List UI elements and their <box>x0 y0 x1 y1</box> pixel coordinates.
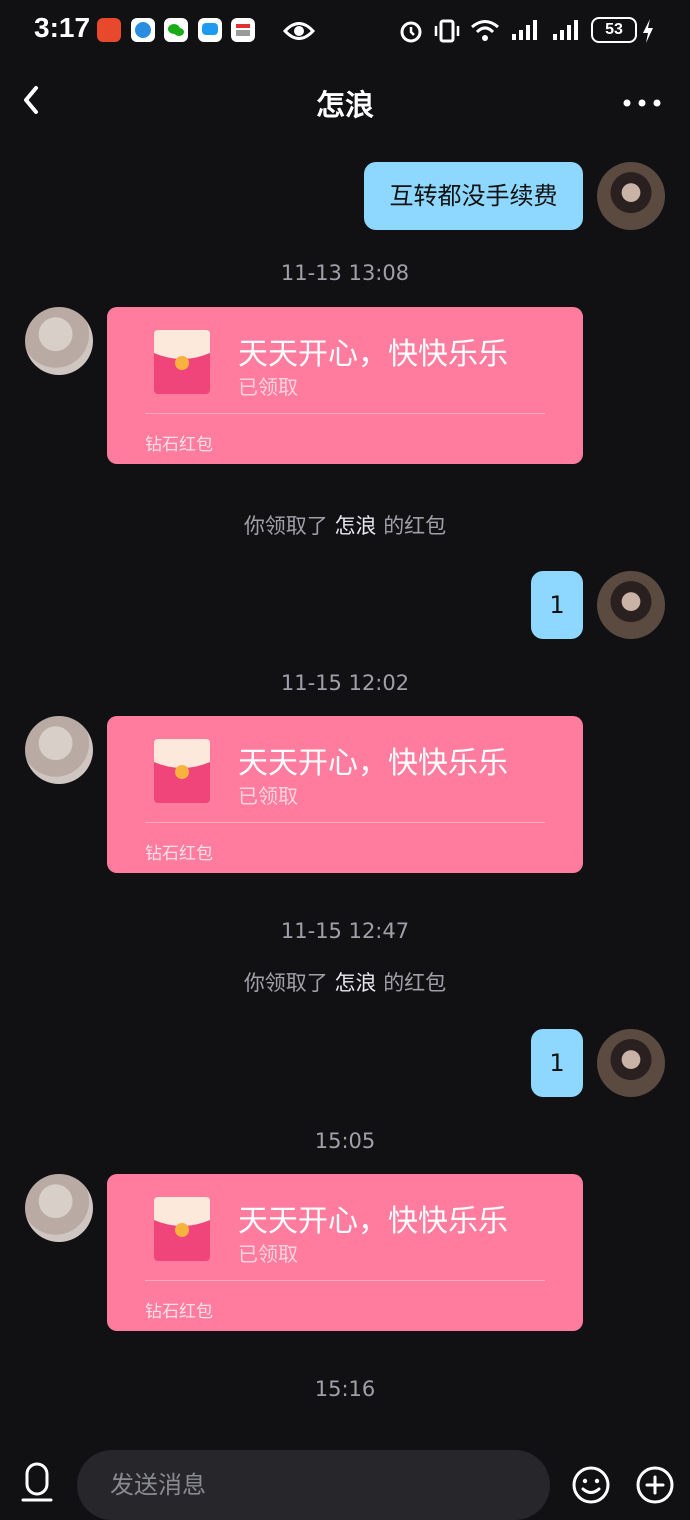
message-input[interactable]: 发送消息 <box>77 1450 550 1520</box>
charging-icon <box>641 18 655 48</box>
system-message-name: 怎浪 <box>334 971 377 995</box>
emoji-icon[interactable] <box>571 1465 611 1505</box>
status-bar: 3:17 53 <box>0 0 690 62</box>
red-packet-status: 已领取 <box>238 375 298 399</box>
red-packet-status: 已领取 <box>238 784 298 808</box>
chat-title: 怎浪 <box>315 88 374 122</box>
red-packet-status: 已领取 <box>238 1242 298 1266</box>
news-app-icon <box>231 18 255 42</box>
microphone-icon[interactable] <box>20 1462 54 1504</box>
signal-icon <box>510 18 542 46</box>
message-text: 1 <box>549 591 565 619</box>
contact-avatar[interactable] <box>25 307 93 375</box>
timestamp: 11-13 13:08 <box>280 261 410 285</box>
my-avatar[interactable] <box>597 1029 665 1097</box>
red-packet-greeting: 天天开心，快快乐乐 <box>238 746 508 781</box>
plus-icon[interactable] <box>635 1465 675 1505</box>
browser-app-icon <box>131 18 155 42</box>
notification-app-icon <box>97 18 121 42</box>
system-message-name: 怎浪 <box>334 514 377 538</box>
contact-avatar[interactable] <box>25 1174 93 1242</box>
red-packet-card[interactable]: 天天开心，快快乐乐 已领取 钻石红包 <box>107 307 583 464</box>
red-packet-type-label: 钻石红包 <box>145 435 213 455</box>
my-message-bubble[interactable]: 1 <box>531 571 583 639</box>
timestamp: 15:16 <box>314 1377 376 1401</box>
red-envelope-icon <box>153 1196 211 1262</box>
divider <box>145 822 545 823</box>
message-app-icon <box>198 18 222 42</box>
system-message-suffix: 的红包 <box>383 971 447 995</box>
system-message-prefix: 你领取了 <box>243 514 328 538</box>
divider <box>145 413 545 414</box>
timestamp: 11-15 12:47 <box>280 919 410 943</box>
more-horizontal-icon[interactable] <box>622 94 662 107</box>
timestamp: 11-15 12:02 <box>280 671 410 695</box>
my-avatar[interactable] <box>597 162 665 230</box>
red-packet-greeting: 天天开心，快快乐乐 <box>238 1204 508 1239</box>
eye-icon <box>282 20 316 46</box>
red-envelope-icon <box>153 738 211 804</box>
my-avatar[interactable] <box>597 571 665 639</box>
red-packet-card[interactable]: 天天开心，快快乐乐 已领取 钻石红包 <box>107 716 583 873</box>
red-packet-card[interactable]: 天天开心，快快乐乐 已领取 钻石红包 <box>107 1174 583 1331</box>
timestamp: 15:05 <box>314 1129 376 1153</box>
system-message-suffix: 的红包 <box>383 514 447 538</box>
red-packet-type-label: 钻石红包 <box>145 1302 213 1322</box>
system-message: 你领取了 怎浪 的红包 <box>0 510 690 540</box>
my-message-bubble[interactable]: 1 <box>531 1029 583 1097</box>
wifi-icon <box>469 18 501 48</box>
wechat-icon <box>164 18 188 42</box>
chat-header: 怎浪 <box>0 62 690 138</box>
signal-icon <box>551 18 583 46</box>
red-envelope-icon <box>153 329 211 395</box>
message-text: 1 <box>549 1049 565 1077</box>
contact-avatar[interactable] <box>25 716 93 784</box>
red-packet-type-label: 钻石红包 <box>145 844 213 864</box>
red-packet-greeting: 天天开心，快快乐乐 <box>238 337 508 372</box>
message-text: 互转都没手续费 <box>389 182 558 210</box>
battery-icon: 53 <box>591 17 637 43</box>
message-composer: 发送消息 <box>0 1440 690 1520</box>
vibrate-icon <box>432 18 462 48</box>
divider <box>145 1280 545 1281</box>
alarm-icon <box>398 18 424 48</box>
system-message-prefix: 你领取了 <box>243 971 328 995</box>
system-message: 你领取了 怎浪 的红包 <box>0 967 690 997</box>
my-message-bubble[interactable]: 互转都没手续费 <box>364 162 583 230</box>
status-time: 3:17 <box>34 12 91 43</box>
